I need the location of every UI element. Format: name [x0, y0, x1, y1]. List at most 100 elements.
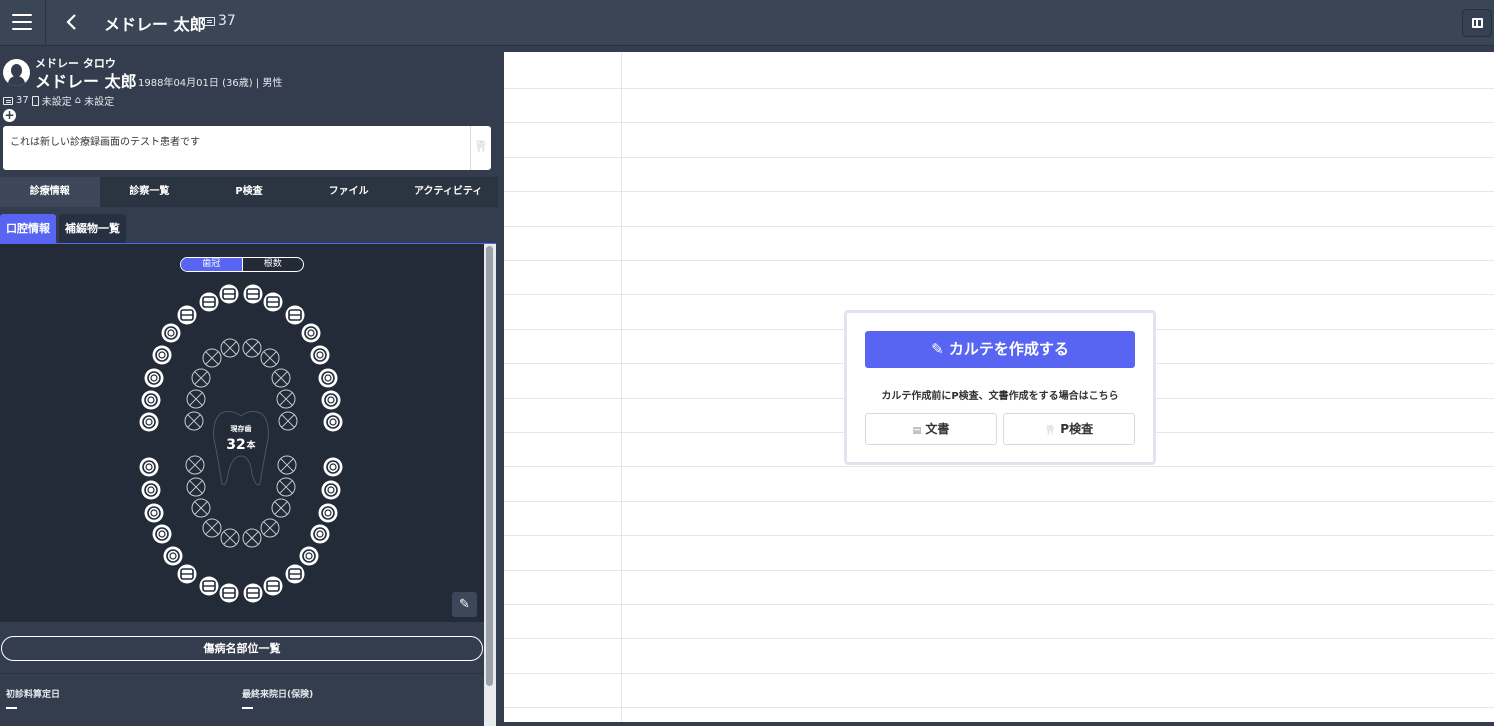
- root-tooth-icon[interactable]: [202, 348, 222, 368]
- tab-clinical-info[interactable]: 診療情報: [0, 177, 100, 207]
- disease-site-list-button[interactable]: 傷病名部位一覧: [1, 636, 483, 661]
- grid-line: [504, 570, 1494, 571]
- patient-id-value: 37: [16, 95, 29, 106]
- edit-pencil-icon[interactable]: ✎: [452, 592, 477, 617]
- root-tooth-icon[interactable]: [184, 411, 204, 431]
- root-tooth-icon[interactable]: [242, 338, 262, 358]
- tooth-diagram[interactable]: 現存歯 32 本: [0, 244, 484, 622]
- tooth-icon[interactable]: [323, 412, 343, 432]
- tooth-icon[interactable]: [161, 323, 181, 343]
- tooth-icon[interactable]: [199, 576, 219, 596]
- tooth-icon[interactable]: [177, 564, 197, 584]
- root-tooth-icon[interactable]: [220, 528, 240, 548]
- tooth-icon[interactable]: [263, 576, 283, 596]
- phone-icon: [31, 95, 39, 106]
- root-tooth-icon[interactable]: [185, 455, 205, 475]
- tooth-icon[interactable]: [144, 503, 164, 523]
- root-tooth-icon[interactable]: [186, 389, 206, 409]
- root-tooth-icon[interactable]: [191, 368, 211, 388]
- root-tooth-icon[interactable]: [242, 528, 262, 548]
- tooth-icon[interactable]: [318, 503, 338, 523]
- document-icon: ▤: [912, 426, 922, 436]
- tooth-icon[interactable]: [285, 305, 305, 325]
- grid-line: [504, 157, 1494, 158]
- memo-divider: [470, 126, 471, 170]
- hamburger-menu-icon[interactable]: [0, 0, 46, 46]
- tooth-icon[interactable]: [139, 457, 159, 477]
- grid-line: [504, 191, 1494, 192]
- grid-line: [504, 294, 1494, 295]
- root-tooth-icon[interactable]: [260, 518, 280, 538]
- existing-teeth-label: 現存歯: [231, 424, 252, 433]
- grid-line: [504, 707, 1494, 708]
- tooth-icon[interactable]: [321, 480, 341, 500]
- tooth-icon[interactable]: [323, 457, 343, 477]
- tooth-icon[interactable]: [152, 524, 172, 544]
- tooth-icon[interactable]: [299, 546, 319, 566]
- create-record-button[interactable]: ✎ カルテを作成する: [865, 331, 1135, 368]
- pencil-icon: ✎: [931, 340, 944, 358]
- p-exam-button[interactable]: 🦷 P検査: [1003, 413, 1135, 445]
- back-arrow-icon[interactable]: [60, 8, 84, 36]
- tooth-icon[interactable]: [199, 292, 219, 312]
- root-tooth-icon[interactable]: [202, 518, 222, 538]
- grid-line: [504, 604, 1494, 605]
- patient-meta-row: 37 未設定 ⌂ 未設定: [3, 93, 114, 108]
- tooth-icon[interactable]: [219, 284, 239, 304]
- tooth-memo-icon[interactable]: 🦷: [474, 140, 488, 153]
- grid-line: [504, 501, 1494, 502]
- grid-line: [504, 122, 1494, 123]
- tooth-icon[interactable]: [152, 345, 172, 365]
- grid-line: [504, 226, 1494, 227]
- root-tooth-icon[interactable]: [277, 455, 297, 475]
- tooth-icon[interactable]: [243, 284, 263, 304]
- grid-line: [504, 673, 1494, 674]
- last-visit-value: [242, 707, 253, 709]
- top-bar: メドレー 太郎 37: [0, 0, 1494, 46]
- tooth-icon[interactable]: [301, 323, 321, 343]
- tab-p-exam[interactable]: P検査: [199, 177, 299, 207]
- tab-visit-list[interactable]: 診察一覧: [100, 177, 200, 207]
- tooth-icon[interactable]: [318, 368, 338, 388]
- tooth-icon[interactable]: [141, 480, 161, 500]
- tooth-icon[interactable]: [310, 524, 330, 544]
- patient-id-text: 37: [218, 13, 236, 29]
- tooth-icon[interactable]: [285, 564, 305, 584]
- tooth-icon[interactable]: [263, 292, 283, 312]
- tooth-icon[interactable]: [141, 390, 161, 410]
- root-tooth-icon[interactable]: [271, 498, 291, 518]
- subtab-oral-info[interactable]: 口腔情報: [0, 214, 56, 244]
- scrollbar-thumb[interactable]: [486, 246, 493, 686]
- existing-teeth-unit: 本: [246, 439, 256, 451]
- memo-text: これは新しい診療録画面のテスト患者です: [10, 137, 200, 148]
- root-tooth-icon[interactable]: [271, 368, 291, 388]
- tooth-icon[interactable]: [243, 583, 263, 603]
- root-tooth-icon[interactable]: [260, 348, 280, 368]
- add-icon[interactable]: +: [3, 109, 16, 122]
- tab-files[interactable]: ファイル: [299, 177, 399, 207]
- tooth-icon[interactable]: [219, 583, 239, 603]
- tooth-icon[interactable]: [144, 368, 164, 388]
- patient-birth-sex: 1988年04月01日 (36歳) | 男性: [138, 78, 283, 89]
- patient-sidebar: メドレー タロウ メドレー 太郎 1988年04月01日 (36歳) | 男性 …: [0, 47, 498, 726]
- subtab-prosthesis-list[interactable]: 補綴物一覧: [59, 214, 126, 244]
- tooth-icon[interactable]: [310, 345, 330, 365]
- document-button[interactable]: ▤ 文書: [865, 413, 997, 445]
- tab-activity[interactable]: アクティビティ: [398, 177, 498, 207]
- tooth-icon[interactable]: [177, 305, 197, 325]
- home-icon: ⌂: [74, 95, 82, 106]
- root-tooth-icon[interactable]: [276, 477, 296, 497]
- root-tooth-icon[interactable]: [220, 338, 240, 358]
- sub-tabs: 口腔情報 補綴物一覧: [0, 214, 126, 244]
- layout-toggle-icon[interactable]: [1462, 9, 1492, 37]
- root-tooth-icon[interactable]: [186, 477, 206, 497]
- tooth-icon[interactable]: [139, 412, 159, 432]
- p-exam-label: P検査: [1060, 422, 1094, 436]
- root-tooth-icon[interactable]: [191, 498, 211, 518]
- dental-chart: 歯冠 根数 現存歯 32 本 ✎: [0, 244, 484, 622]
- patient-memo[interactable]: これは新しい診療録画面のテスト患者です 🦷: [3, 126, 491, 170]
- root-tooth-icon[interactable]: [278, 411, 298, 431]
- root-tooth-icon[interactable]: [276, 389, 296, 409]
- tooth-icon[interactable]: [321, 390, 341, 410]
- tooth-icon[interactable]: [163, 546, 183, 566]
